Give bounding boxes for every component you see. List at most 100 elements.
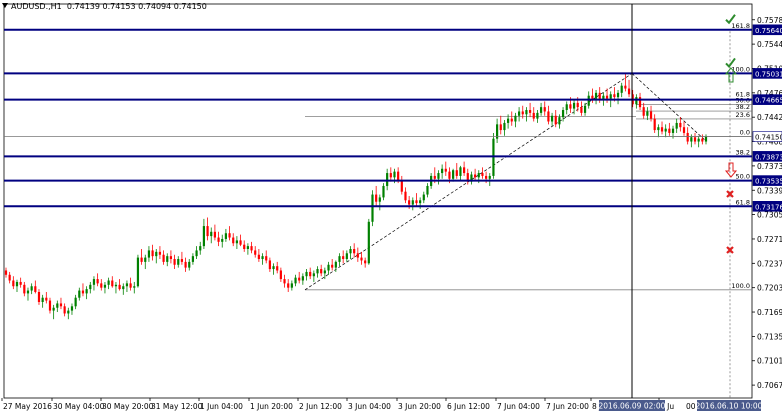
candle-body (41, 297, 44, 303)
candle-body (243, 244, 246, 249)
candle-body (144, 257, 147, 262)
fibo-label: 38.2 (736, 103, 750, 111)
candle-body (613, 94, 616, 98)
candle-body (118, 284, 121, 290)
candle-body (536, 112, 539, 119)
y-tick-label: 0.72370 (757, 259, 782, 268)
candle-body (136, 257, 140, 287)
fibo-label: 0.0 (740, 129, 750, 137)
candle-body (675, 122, 678, 129)
candle-body (594, 92, 598, 99)
candle-body (558, 117, 561, 125)
fibo-label: 61.8 (736, 198, 750, 206)
candle-body (393, 171, 396, 178)
candle-body (506, 118, 510, 123)
candle-body (517, 111, 521, 116)
candle-body (8, 274, 11, 281)
candle-body (459, 167, 462, 176)
candle-body (184, 261, 187, 268)
candle-body (265, 256, 268, 261)
candle-body (133, 286, 136, 288)
candle-body (382, 185, 385, 198)
candle-body (693, 137, 697, 142)
candle-body (268, 260, 271, 270)
candle-body (668, 128, 671, 133)
candle-body (96, 279, 99, 284)
candle-body (45, 297, 48, 301)
candle-body (103, 284, 107, 288)
candle-body (561, 110, 565, 118)
candle-body (323, 270, 326, 274)
x-tick-label: 31 May 12:00 (151, 402, 203, 411)
candle-body (657, 127, 660, 131)
y-tick-label: 0.71350 (757, 332, 782, 341)
candle-body (638, 97, 642, 108)
candle-body (74, 297, 77, 307)
y-tick-label: 0.71010 (757, 357, 782, 366)
candle-body (257, 254, 260, 260)
candle-body (92, 279, 96, 285)
candle-body (653, 118, 656, 131)
fibo-label: 50.0 (736, 173, 750, 181)
candle-body (503, 122, 506, 131)
x-tick-label: 3 Jun 04:00 (348, 402, 391, 411)
candle-body (125, 283, 129, 287)
candle-body (26, 290, 30, 294)
candle-body (649, 111, 653, 119)
plot-frame (3, 3, 753, 399)
candle-body (397, 171, 400, 181)
x-tick-label: 1 Jun 04:00 (200, 402, 243, 411)
price-level-label: 0.74150 (755, 134, 782, 142)
candle-body (81, 290, 85, 294)
fibo-label: 161.8 (731, 22, 750, 30)
candle-body (386, 173, 389, 186)
x-tick-label: 30 May 20:00 (102, 402, 154, 411)
y-tick-label: 0.70670 (757, 381, 782, 390)
candle-body (305, 271, 308, 277)
price-chart[interactable]: 0.757800.754400.751000.747600.744200.740… (0, 0, 782, 411)
candle-body (100, 283, 103, 288)
candle-body (660, 127, 664, 132)
candle-body (52, 307, 55, 311)
candle-body (441, 168, 444, 174)
candle-body (547, 111, 550, 122)
candle-body (499, 124, 502, 131)
candle-body (217, 237, 220, 242)
candle-body (701, 138, 704, 142)
candle-body (122, 286, 125, 290)
candle-body (477, 173, 480, 178)
candle-body (287, 283, 290, 288)
candle-body (616, 92, 620, 98)
candle-body (364, 260, 367, 264)
candle-body (444, 168, 447, 172)
candle-body (15, 281, 19, 287)
y-tick-label: 0.72030 (757, 284, 782, 293)
candle-body (671, 128, 675, 133)
price-level-label: 0.73873 (755, 153, 782, 161)
candle-body (704, 136, 708, 142)
candle-body (587, 95, 590, 106)
candle-body (169, 256, 173, 260)
candle-body (528, 110, 532, 113)
candle-body (279, 270, 282, 280)
candle-body (250, 246, 253, 251)
candle-body (605, 95, 609, 99)
candle-body (48, 300, 52, 311)
candle-body (34, 286, 37, 292)
candle-body (4, 270, 8, 275)
x-tick-label: 7 Jun 20:00 (546, 402, 589, 411)
candle-body (309, 271, 312, 277)
candle-body (37, 291, 41, 303)
candle-body (56, 303, 59, 308)
x-tick-label: 00 (686, 402, 696, 411)
candle-body (177, 259, 180, 265)
candle-body (312, 273, 315, 277)
candle-body (554, 115, 557, 125)
candle-body (353, 248, 356, 254)
candle-body (191, 256, 195, 262)
down-arrow-icon (724, 162, 738, 178)
candle-body (107, 280, 110, 285)
candle-body (276, 266, 279, 271)
candle-body (210, 231, 213, 237)
x-tick-label: 1 Jun 20:00 (250, 402, 293, 411)
